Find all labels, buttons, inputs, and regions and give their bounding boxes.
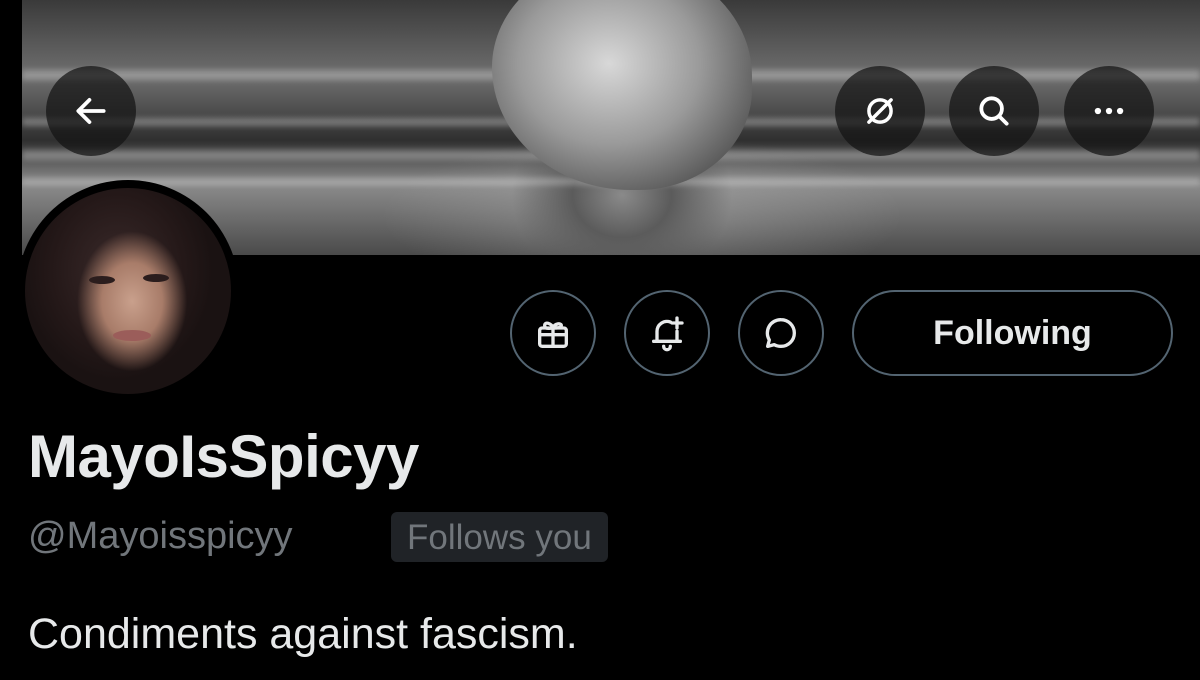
- avatar-ring[interactable]: [17, 180, 239, 402]
- bell-plus-icon: [652, 316, 684, 352]
- back-button[interactable]: [46, 66, 136, 156]
- follows-you-badge: Follows you: [391, 512, 608, 562]
- notifications-button[interactable]: [624, 290, 710, 376]
- search-button[interactable]: [949, 66, 1039, 156]
- gift-button[interactable]: [510, 290, 596, 376]
- search-icon: [979, 96, 1009, 126]
- gift-icon: [538, 321, 568, 348]
- slashed-circle-icon: [867, 98, 893, 124]
- more-horizontal-icon: [1094, 107, 1124, 115]
- following-button[interactable]: Following: [852, 290, 1173, 376]
- avatar[interactable]: [25, 188, 231, 394]
- display-name: MayoIsSpicyy: [28, 423, 419, 490]
- profile-bio: Condiments against fascism.: [28, 610, 578, 658]
- chat-bubble-icon: [765, 317, 796, 348]
- grok-button[interactable]: [835, 66, 925, 156]
- user-handle: @Mayoisspicyy: [28, 515, 293, 557]
- message-button[interactable]: [738, 290, 824, 376]
- banner-portrait: [492, 0, 752, 190]
- arrow-left-icon: [76, 98, 106, 124]
- more-button[interactable]: [1064, 66, 1154, 156]
